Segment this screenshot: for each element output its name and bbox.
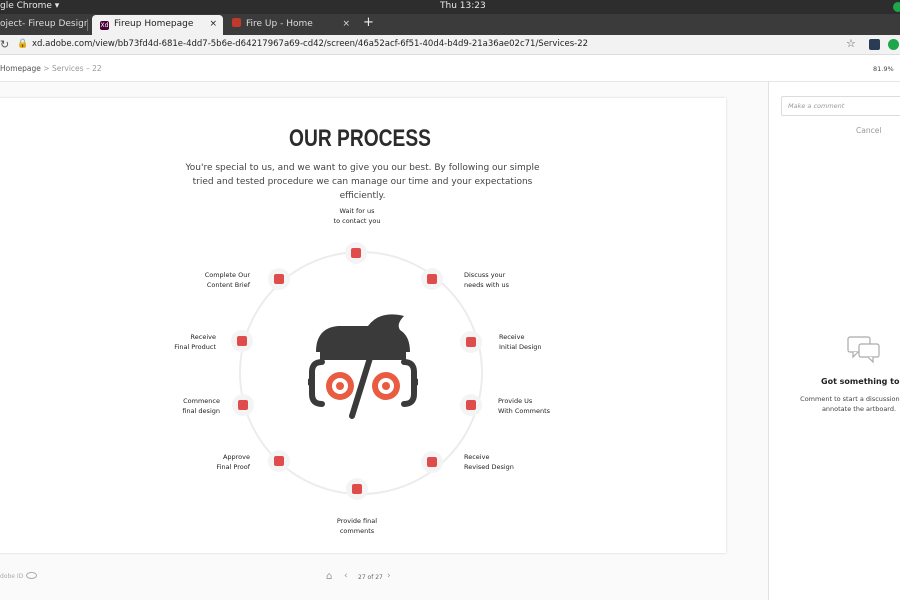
cancel-button[interactable]: Cancel — [856, 126, 881, 135]
contact-icon — [345, 242, 367, 264]
close-tab-icon[interactable]: × — [209, 15, 217, 33]
initial-design-icon — [460, 331, 482, 353]
bookmark-star-icon[interactable]: ☆ — [846, 37, 856, 50]
lock-icon[interactable]: 🔒 — [17, 39, 28, 49]
tab-fire-up-home[interactable]: Fire Up - Home × — [224, 15, 356, 35]
step-label: Provide final comments — [336, 517, 378, 535]
url-field[interactable]: xd.adobe.com/view/bb73fd4d-681e-4dd7-5b6… — [32, 39, 588, 49]
mascot-icon — [307, 308, 419, 420]
step-label: Discuss your needs with us — [464, 271, 510, 289]
step-label: Approve Final Proof — [216, 453, 250, 471]
breadcrumb-current: Services – 22 — [51, 64, 102, 73]
xd-footer: dobe ID ⌂ ‹ 27 of 27 › — [0, 567, 768, 587]
breadcrumb: Homepage > Services – 22 — [0, 64, 102, 73]
step-label: Receive Revised Design — [464, 453, 514, 471]
app-menu[interactable]: gle Chrome ▾ — [0, 1, 59, 11]
step-label: Complete Our Content Brief — [204, 271, 250, 289]
adobe-id-label: dobe ID — [0, 573, 24, 580]
tab-separator — [87, 19, 88, 31]
address-bar: ↻ 🔒 xd.adobe.com/view/bb73fd4d-681e-4dd7… — [0, 35, 900, 55]
tab-label: Fire Up - Home — [246, 19, 313, 29]
xd-header: Homepage > Services – 22 81.9% — [0, 55, 900, 82]
fireup-icon — [232, 18, 241, 27]
home-icon[interactable]: ⌂ — [326, 571, 332, 582]
comments-panel: Make a comment Cancel Got something to s… — [768, 82, 900, 600]
zoom-level[interactable]: 81.9% — [873, 65, 894, 73]
adobe-xd-icon: Xd — [100, 21, 109, 30]
reload-icon[interactable]: ↻ — [0, 38, 9, 51]
page-count: 27 of 27 — [358, 574, 383, 581]
close-tab-icon[interactable]: × — [342, 15, 350, 33]
comment-input[interactable]: Make a comment — [781, 96, 900, 116]
tab-project-fireup-design[interactable]: oject- Fireup Design — [0, 15, 88, 35]
browser-tab-bar: oject- Fireup Design Xd Fireup Homepage ×… — [0, 14, 900, 35]
tab-fireup-homepage[interactable]: Xd Fireup Homepage × — [92, 15, 223, 35]
content-brief-icon — [268, 268, 290, 290]
clock[interactable]: Thu 13:23 — [440, 1, 486, 11]
breadcrumb-separator: > — [40, 64, 52, 73]
new-tab-button[interactable]: + — [363, 15, 374, 30]
final-product-icon — [231, 330, 253, 352]
status-indicator-icon[interactable] — [893, 2, 900, 12]
extension-icon[interactable] — [869, 39, 880, 50]
empty-state-title: Got something to say — [821, 377, 900, 386]
step-label: Commence final design — [182, 397, 220, 415]
tab-label: oject- Fireup Design — [0, 19, 88, 29]
revised-design-icon — [421, 451, 443, 473]
intro-text: You're special to us, and we want to giv… — [185, 163, 540, 201]
step-label: Wait for us to contact you — [333, 207, 381, 225]
discuss-icon — [421, 268, 443, 290]
empty-state-text: Comment to start a discussion, mak annot… — [800, 395, 900, 413]
final-comments-icon — [346, 478, 368, 500]
step-label: Receive Final Product — [174, 333, 216, 351]
tab-label: Fireup Homepage — [114, 19, 194, 29]
previous-screen-icon[interactable]: ‹ — [344, 571, 348, 581]
next-screen-icon[interactable]: › — [387, 571, 391, 581]
page-title: OUR PROCESS — [289, 125, 431, 152]
step-label: Receive Initial Design — [499, 333, 542, 351]
approve-icon — [268, 450, 290, 472]
profile-icon[interactable] — [888, 39, 899, 50]
comments-icon — [460, 394, 482, 416]
chat-bubbles-icon — [847, 336, 881, 368]
os-top-bar: gle Chrome ▾ Thu 13:23 — [0, 0, 900, 14]
step-label: Provide Us With Comments — [498, 397, 551, 415]
eye-icon[interactable] — [26, 572, 37, 579]
breadcrumb-root[interactable]: Homepage — [0, 64, 41, 73]
commence-icon — [232, 394, 254, 416]
